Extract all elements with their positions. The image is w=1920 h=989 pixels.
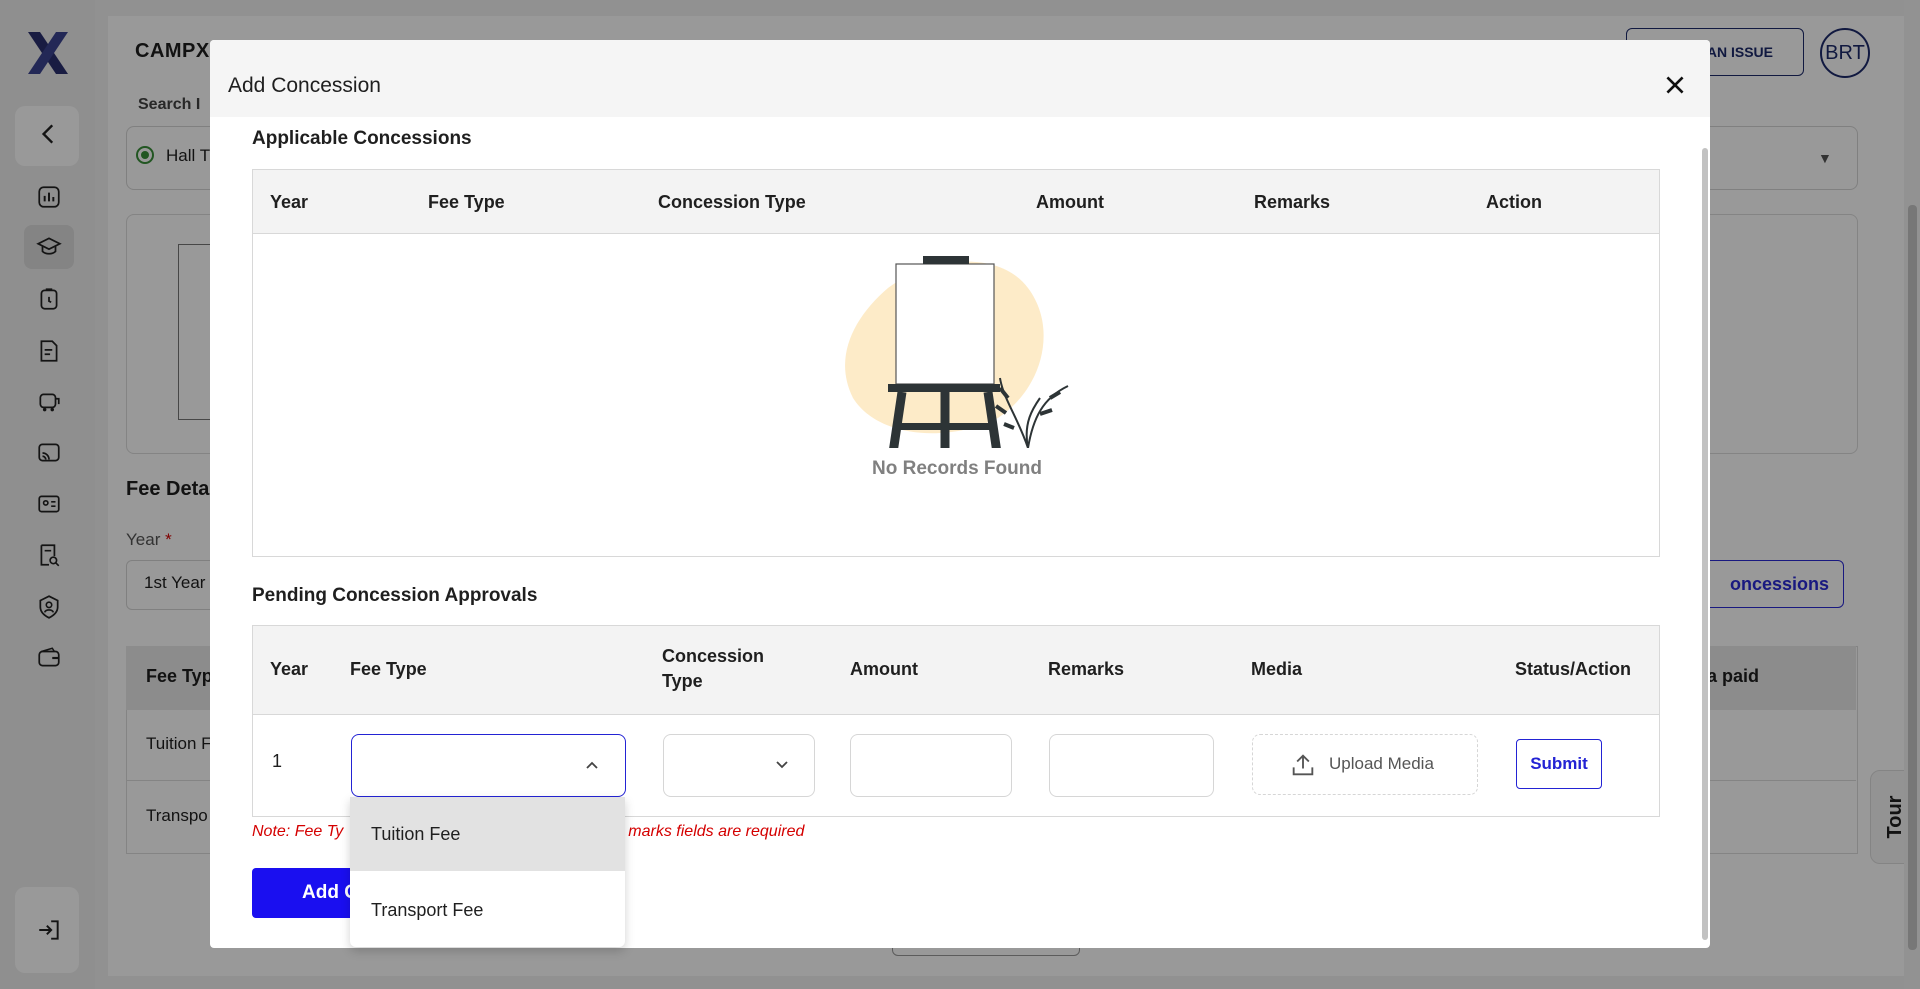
modal-header (210, 40, 1710, 117)
column-fee-type: Fee Type (428, 192, 505, 212)
upload-media-button[interactable]: Upload Media (1252, 734, 1478, 795)
column-concession-type: Concession Type (658, 192, 806, 212)
fee-type-dropdown: Tuition Fee Transport Fee (350, 797, 625, 947)
chevron-up-icon[interactable] (584, 757, 600, 773)
column-amount: Amount (850, 659, 918, 679)
column-amount: Amount (1036, 192, 1104, 212)
applicable-concessions-title: Applicable Concessions (252, 128, 472, 149)
dropdown-option-tuition-fee[interactable]: Tuition Fee (350, 797, 625, 871)
fee-type-select[interactable] (351, 734, 626, 797)
column-status-action: Status/Action (1515, 659, 1632, 679)
applicable-concessions-table: Year Fee Type Concession Type Amount Rem… (252, 169, 1660, 557)
table-header: Year Fee Type Concession Type Amount Rem… (253, 170, 1659, 234)
pending-approvals-title: Pending Concession Approvals (252, 585, 538, 606)
upload-icon (1292, 754, 1314, 776)
note-right: marks fields are required (628, 823, 805, 840)
column-year: Year (270, 659, 309, 679)
close-icon[interactable] (1662, 72, 1688, 98)
remarks-input[interactable] (1049, 734, 1214, 797)
empty-state-illustration (845, 256, 1069, 448)
column-action: Action (1486, 192, 1542, 212)
concession-type-select[interactable] (663, 734, 815, 797)
chevron-down-icon[interactable] (774, 757, 790, 773)
note-left: Note: Fee Ty (252, 823, 344, 840)
column-fee-type: Fee Type (350, 659, 427, 679)
row-year: 1 (272, 751, 283, 771)
modal-scrollbar[interactable] (1702, 148, 1708, 940)
column-concession-type: Concession Type (662, 646, 765, 691)
table-header: Year Fee Type Concession Type Amount Rem… (253, 626, 1659, 715)
dropdown-option-transport-fee[interactable]: Transport Fee (350, 873, 625, 947)
column-year: Year (270, 192, 309, 212)
column-remarks: Remarks (1254, 192, 1331, 212)
upload-media-label: Upload Media (1329, 754, 1434, 773)
column-remarks: Remarks (1048, 659, 1125, 679)
modal-title: Add Concession (228, 74, 381, 97)
amount-input[interactable] (850, 734, 1012, 797)
no-records-text: No Records Found (872, 458, 1042, 479)
column-media: Media (1251, 659, 1303, 679)
submit-button[interactable]: Submit (1516, 739, 1602, 789)
